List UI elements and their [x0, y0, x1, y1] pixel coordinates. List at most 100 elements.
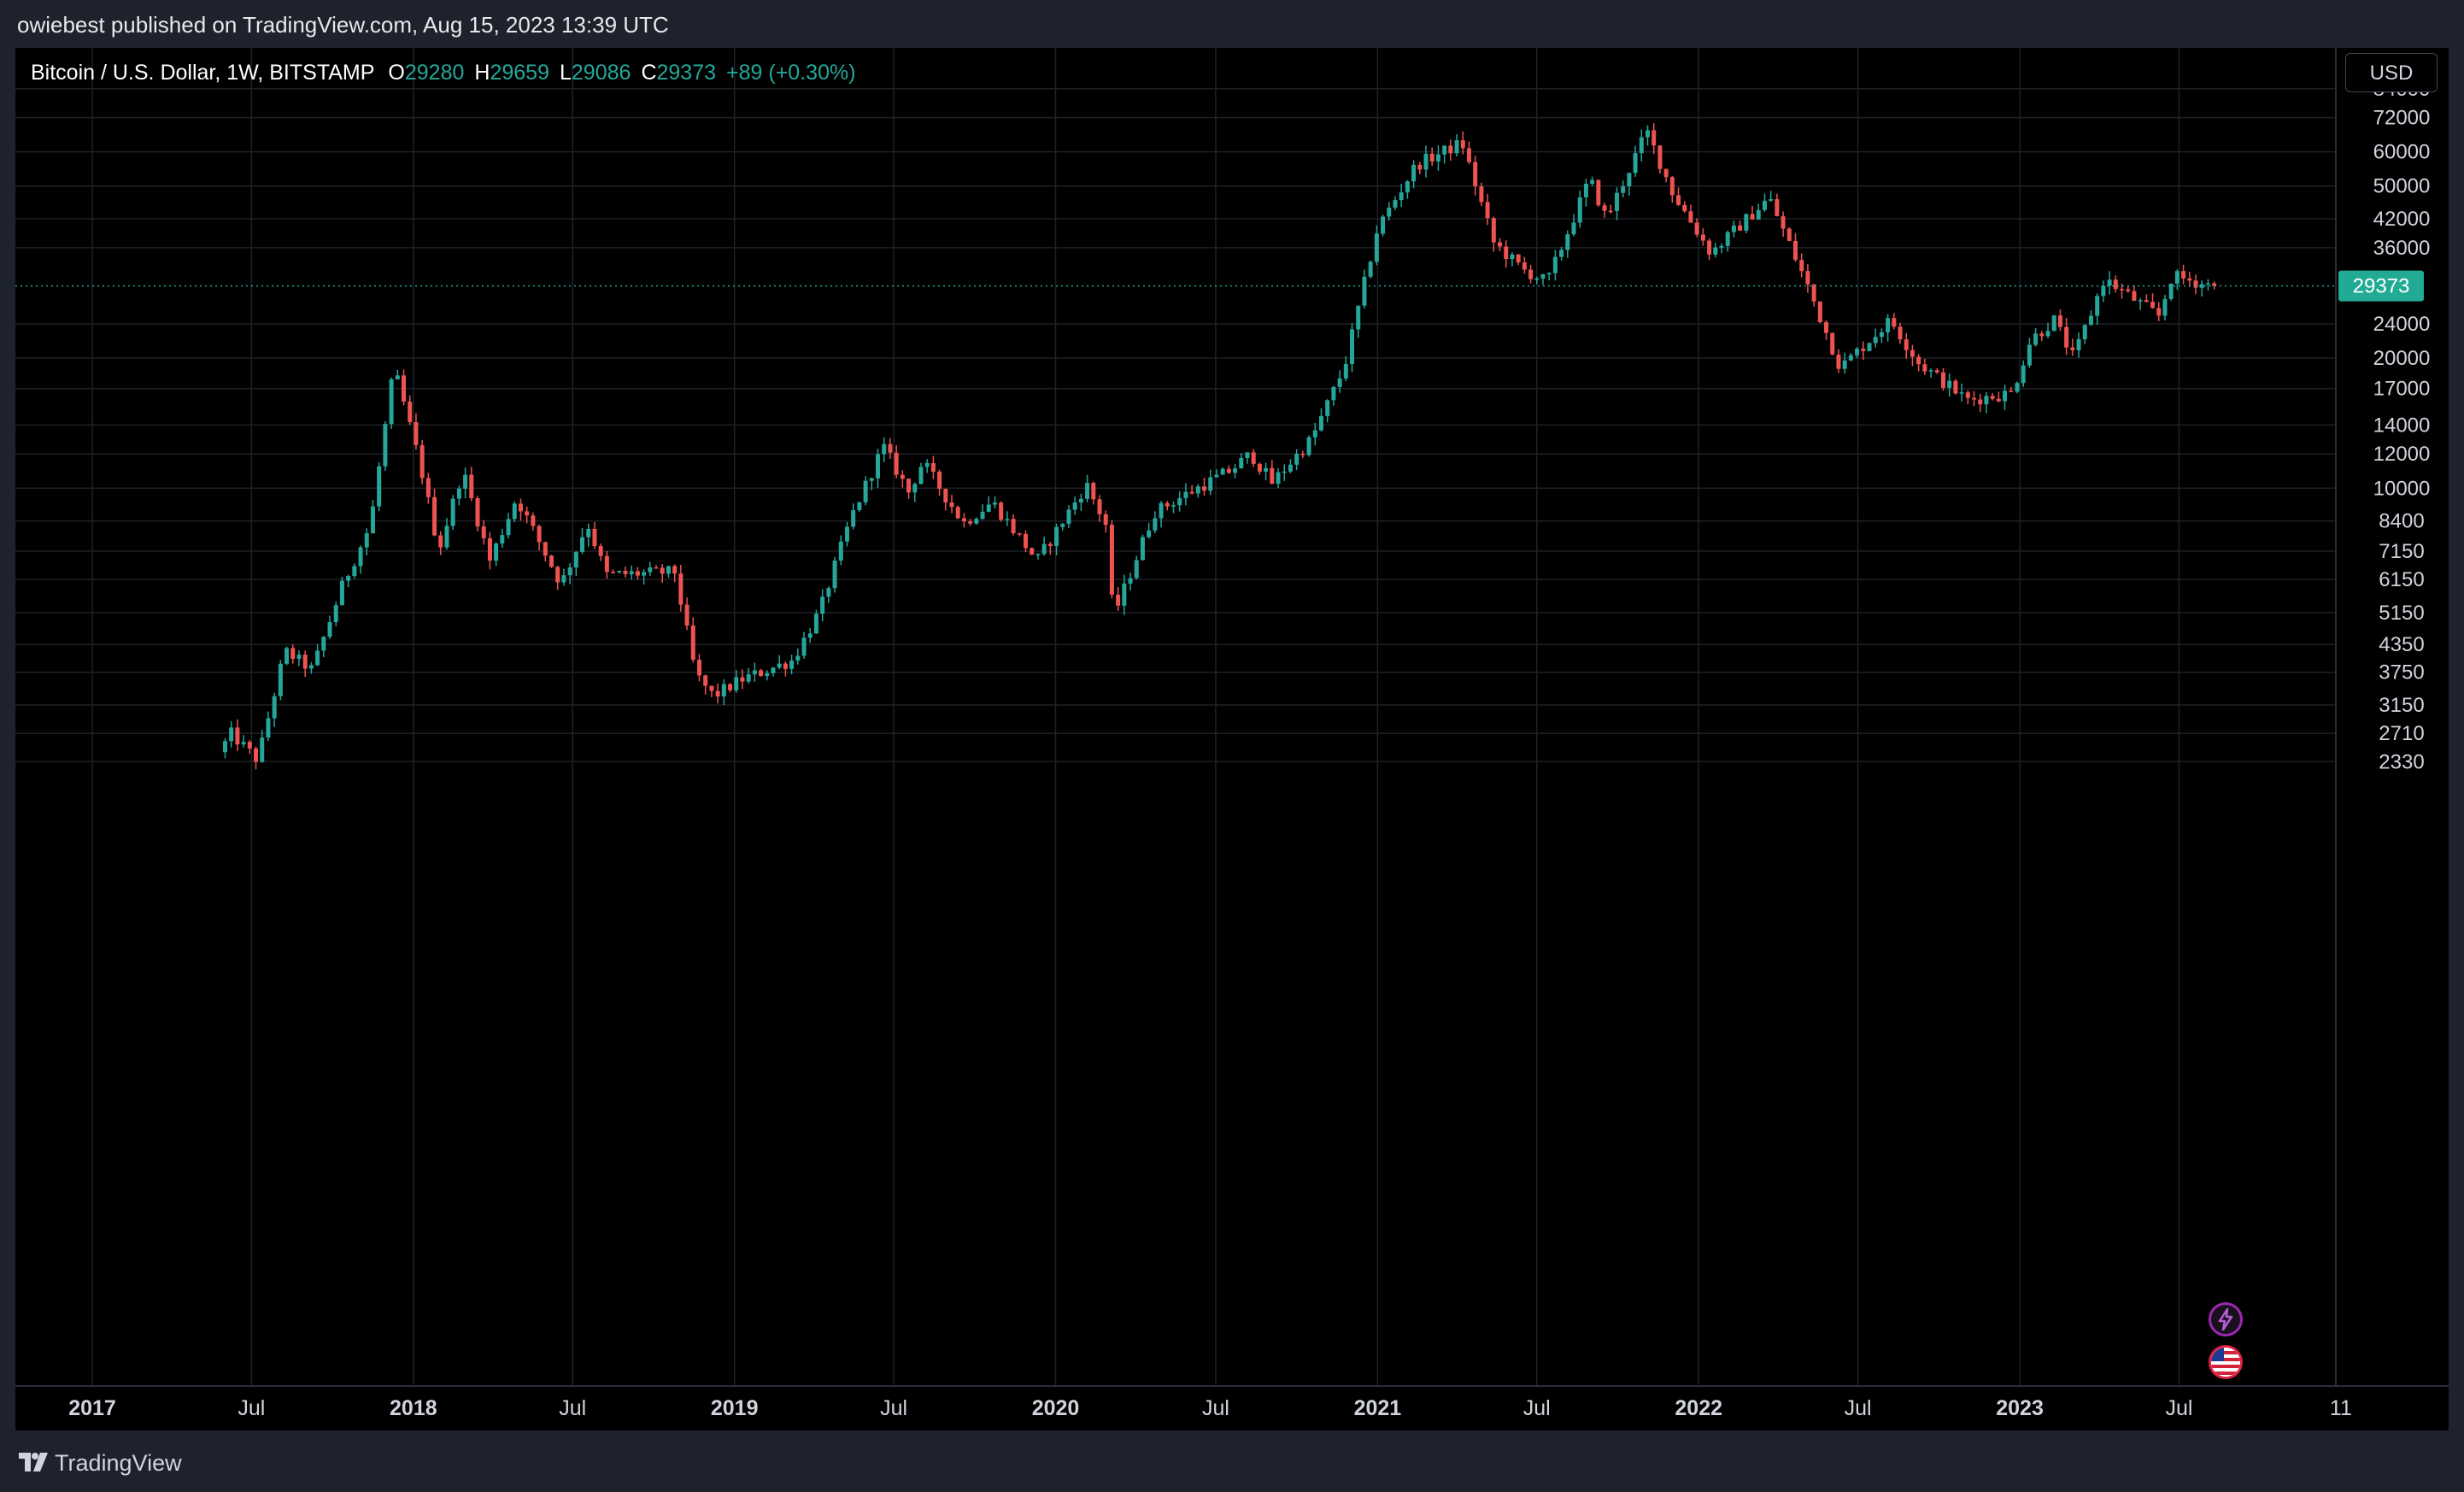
candle-body	[986, 504, 991, 512]
candle-body	[494, 543, 499, 561]
candle-body	[1423, 153, 1429, 170]
candle-body	[1646, 130, 1651, 138]
candle-body	[1959, 392, 1964, 394]
candle-body	[1775, 199, 1780, 216]
candle-body	[229, 727, 234, 742]
candle-body	[1060, 523, 1065, 527]
candle-body	[1940, 372, 1945, 388]
candle-body	[537, 526, 542, 543]
candle-body	[395, 375, 400, 379]
candle-body	[1257, 463, 1262, 472]
candle-body	[696, 660, 701, 676]
candle-body	[425, 478, 431, 497]
tradingview-logo-icon[interactable]	[17, 1449, 50, 1475]
candle-body	[1830, 332, 1835, 355]
candle-body	[1362, 276, 1367, 306]
lightning-icon[interactable]	[2209, 1302, 2243, 1336]
candle-body	[1078, 498, 1083, 503]
candle-body	[826, 588, 831, 597]
candle-body	[1085, 483, 1090, 499]
candle-body	[2033, 333, 2039, 345]
candle-body	[1928, 370, 1933, 372]
price-tick-label: 6150	[2379, 568, 2424, 591]
candle-body	[1066, 509, 1071, 524]
candle-body	[1805, 271, 1810, 285]
candle-body	[272, 696, 277, 719]
candle-body	[1669, 177, 1675, 196]
candle-body	[1577, 197, 1582, 223]
symbol-title[interactable]: Bitcoin / U.S. Dollar, 1W, BITSTAMP	[31, 61, 374, 85]
currency-button[interactable]: USD	[2345, 53, 2438, 92]
candle-body	[728, 684, 733, 690]
candle-body	[512, 503, 517, 520]
candle-body	[1264, 467, 1269, 472]
candle-body	[765, 673, 770, 676]
candle-body	[1041, 543, 1047, 555]
time-tick-label: Jul	[559, 1396, 586, 1420]
candle-body	[617, 571, 622, 573]
candle-body	[235, 727, 240, 745]
candle-body	[1817, 301, 1822, 323]
time-tick-label: 11	[2330, 1396, 2352, 1420]
time-axis: 2017 Jul 2018 Jul 2019 Jul 2020 Jul 2021 Jul 2022 J…	[68, 1396, 2352, 1420]
candle-body	[1393, 200, 1398, 208]
time-tick-label: 2018	[390, 1396, 437, 1420]
candle-body	[1337, 378, 1342, 387]
candle-body	[1448, 145, 1453, 154]
candle-body	[684, 604, 689, 626]
candle-body	[1583, 184, 1588, 197]
candle-body	[660, 567, 665, 574]
candle-body	[1454, 140, 1459, 154]
candle-body	[1122, 583, 1127, 606]
candle-body	[456, 488, 461, 499]
candle-body	[346, 576, 351, 581]
candle-body	[432, 496, 437, 536]
candle-body	[1245, 452, 1250, 458]
candle-body	[1159, 502, 1164, 519]
price-tick-label: 2330	[2379, 750, 2424, 773]
candle-body	[746, 674, 751, 682]
candle-body	[937, 471, 942, 490]
candle-body	[598, 546, 603, 556]
candle-body	[302, 655, 308, 669]
candle-body	[1134, 560, 1139, 579]
candle-body	[1540, 273, 1546, 279]
candle-body	[1996, 398, 2001, 402]
price-tick-label: 72000	[2373, 107, 2431, 130]
candle-body	[678, 573, 683, 605]
candle-body	[813, 614, 818, 634]
header-bar: owiebest published on TradingView.com, A…	[0, 0, 2464, 48]
candle-body	[531, 515, 536, 526]
candle-body	[943, 489, 948, 502]
low-value: 29086	[571, 61, 631, 85]
price-tick-label: 36000	[2373, 237, 2431, 260]
candlestick-chart[interactable]: 8400072000600005000042000360002400020000…	[15, 48, 2449, 1430]
us-flag-icon[interactable]	[2209, 1345, 2243, 1379]
candle-body	[1109, 525, 1114, 595]
candle-body	[2064, 326, 2069, 348]
candle-body	[296, 655, 302, 660]
candle-body	[2015, 383, 2020, 392]
candle-body	[2120, 289, 2125, 291]
candle-body	[1195, 486, 1200, 494]
candle-body	[1565, 234, 1570, 250]
candle-body	[721, 684, 726, 697]
candle-body	[2039, 333, 2045, 337]
candle-body	[1189, 491, 1194, 494]
candle-body	[1725, 232, 1730, 246]
price-tick-label: 8400	[2379, 510, 2424, 533]
candle-body	[992, 502, 997, 505]
chart-pane[interactable]: 8400072000600005000042000360002400020000…	[15, 48, 2449, 1430]
candle-body	[1504, 246, 1509, 260]
price-tick-label: 17000	[2373, 378, 2431, 401]
candle-body	[1750, 214, 1755, 220]
candle-body	[930, 462, 936, 472]
tradingview-brand[interactable]: TradingView	[55, 1450, 182, 1477]
candle-body	[900, 474, 905, 479]
candle-body	[2144, 300, 2149, 303]
candle-body	[851, 510, 856, 527]
candle-body	[2027, 344, 2032, 366]
candle-body	[2162, 298, 2168, 316]
candle-body	[278, 663, 283, 696]
candle-body	[1214, 474, 1219, 478]
